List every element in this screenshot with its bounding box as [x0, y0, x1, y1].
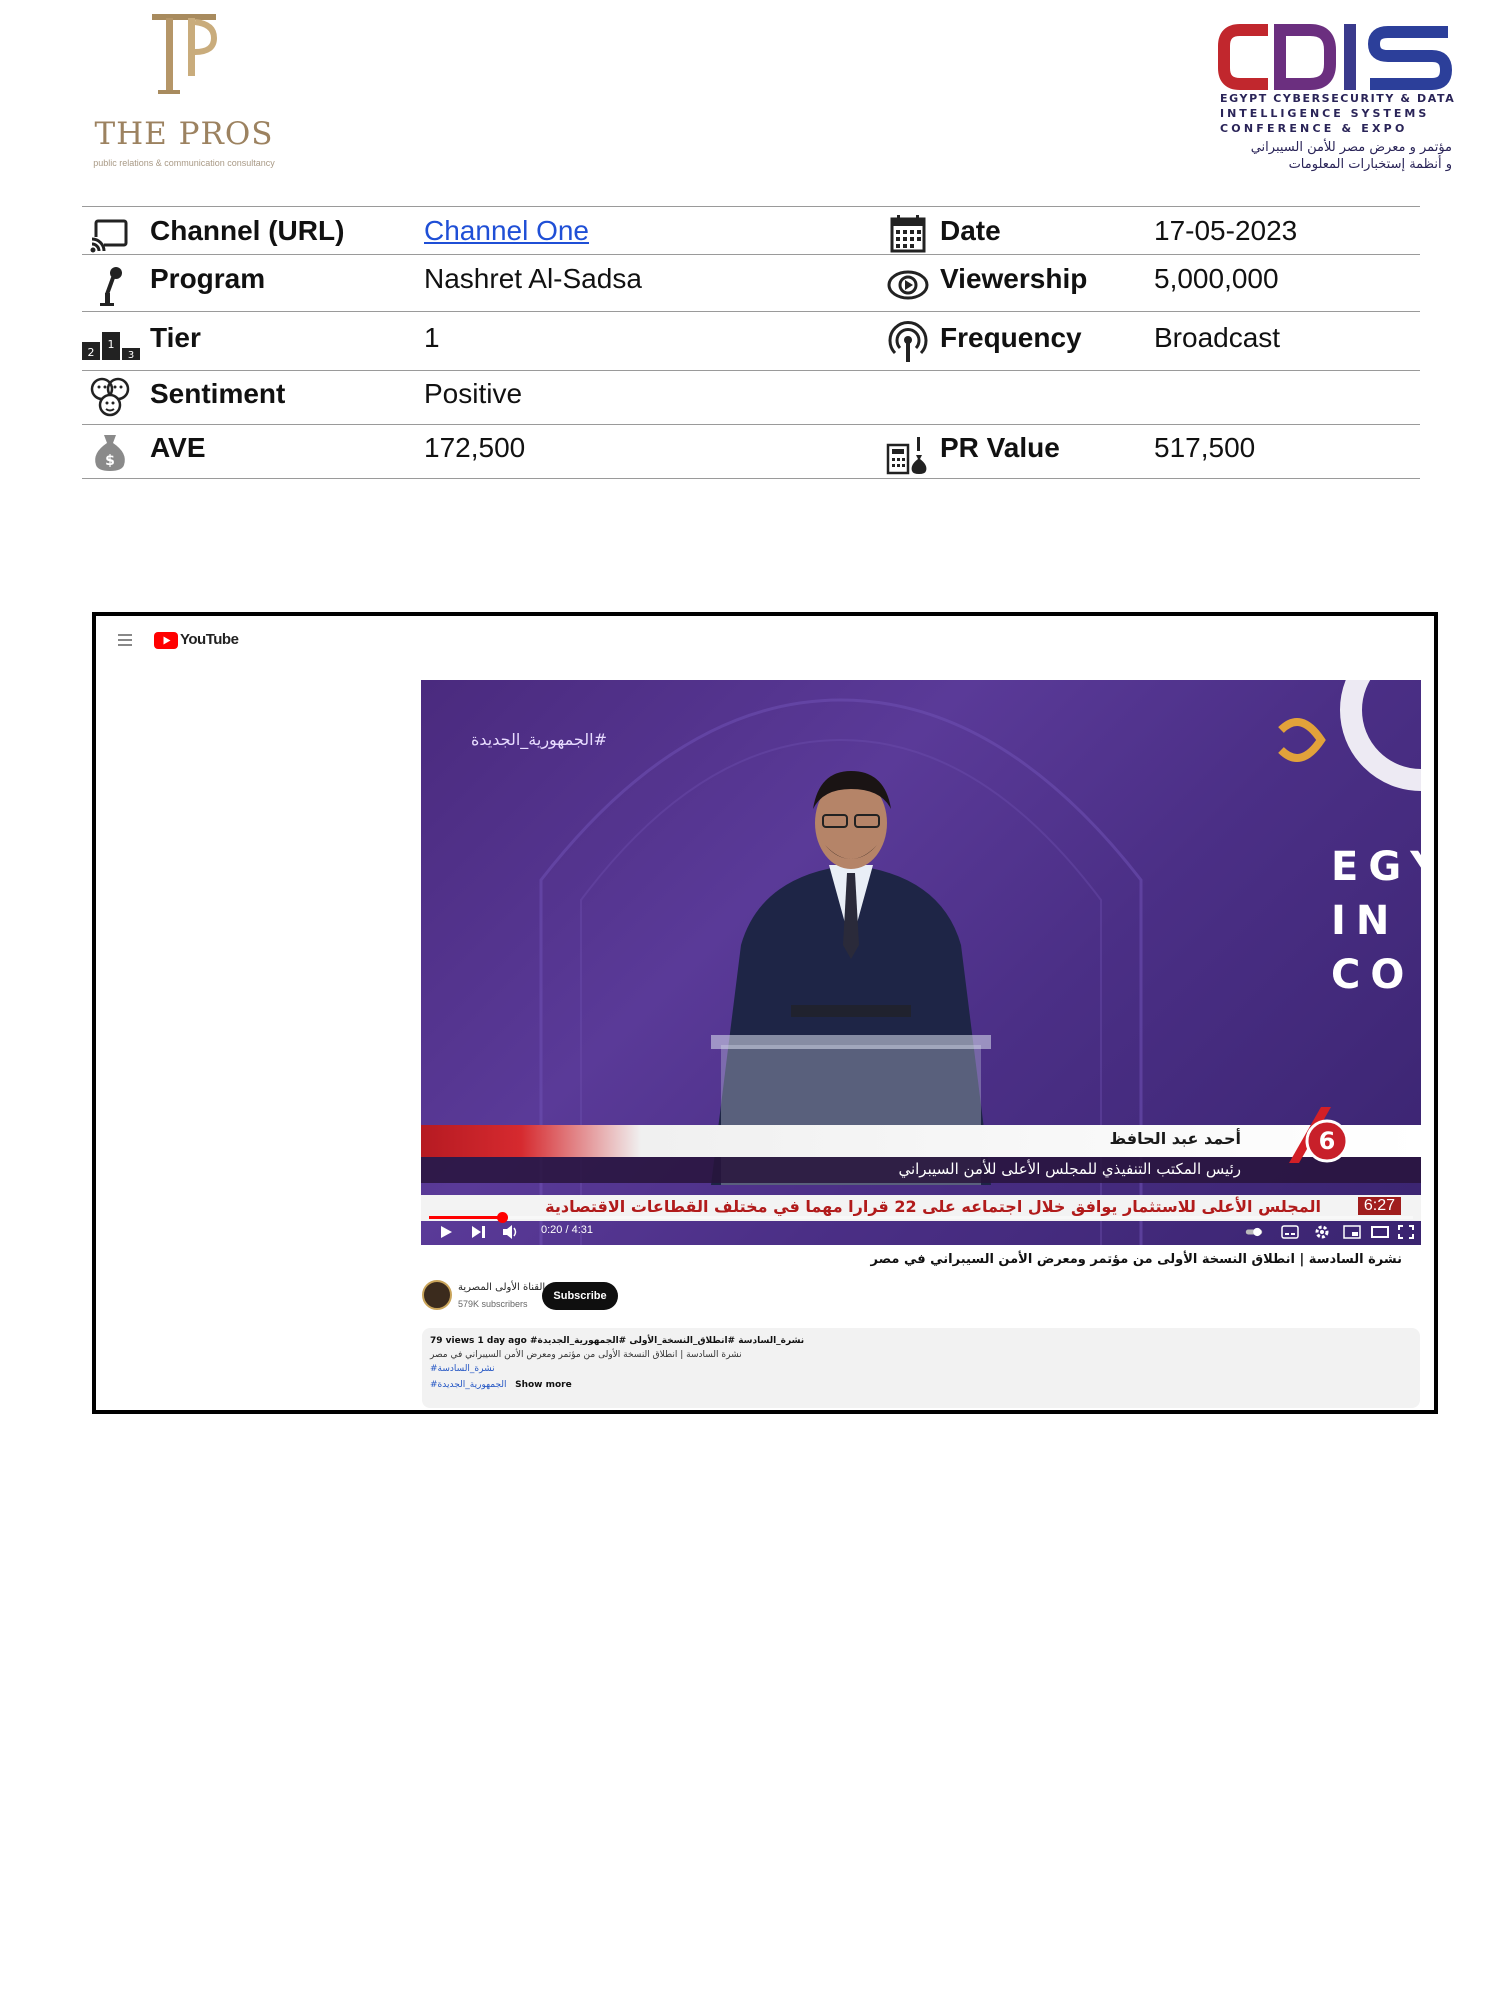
eye-icon	[887, 270, 929, 300]
subscriber-count: 579K subscribers	[458, 1299, 528, 1309]
hamburger-menu-icon[interactable]	[118, 634, 132, 646]
fullscreen-icon[interactable]	[1397, 1224, 1415, 1240]
next-icon[interactable]	[469, 1224, 487, 1240]
sentiment-value: Positive	[424, 378, 523, 409]
broadcast-icon	[888, 321, 928, 362]
pr-value: 517,500	[1154, 432, 1256, 463]
youtube-play-icon	[154, 632, 178, 649]
svg-text:2: 2	[88, 346, 95, 359]
youtube-wordmark: YouTube	[180, 631, 239, 648]
ave-value: 172,500	[424, 432, 526, 463]
tier-label: Tier	[150, 322, 201, 353]
frequency-label: Frequency	[940, 322, 1082, 353]
channel-six-logo-icon: 6	[1289, 1107, 1349, 1163]
table-row: $ AVE 172,500 PR Value 517,500	[82, 424, 1420, 479]
subtitles-icon[interactable]	[1281, 1224, 1299, 1240]
svg-text:1: 1	[108, 338, 115, 351]
conference-banner-text: EGY IN CO	[1331, 844, 1421, 998]
table-row: 2 1 3 Tier 1 Frequency Broadcast	[82, 311, 1420, 370]
speaker-title: رئيس المكتب التنفيذي للمجلس الأعلى للأمن…	[898, 1160, 1241, 1178]
player-controls: 0:20 / 4:31	[421, 1210, 1421, 1245]
money-bag-icon: $	[95, 435, 125, 471]
time-display: 0:20 / 4:31	[541, 1224, 593, 1236]
play-icon[interactable]	[437, 1224, 455, 1240]
cdis-arabic-line-1: مؤتمر و معرض مصر للأمن السيبراني	[1250, 140, 1452, 155]
program-label: Program	[150, 263, 266, 294]
channel-avatar[interactable]	[422, 1280, 452, 1310]
miniplayer-icon[interactable]	[1343, 1224, 1361, 1240]
podium-icon: 2 1 3	[82, 332, 140, 361]
frequency-value: Broadcast	[1154, 322, 1281, 353]
ave-label: AVE	[150, 432, 206, 463]
channel-link[interactable]: Channel One	[424, 215, 589, 247]
youtube-screenshot-frame: YouTube #الجمهورية_الجديدة EGY IN CO	[92, 612, 1438, 1414]
show-more-link[interactable]: Show more	[515, 1380, 572, 1390]
table-row: Channel (URL) Channel One Date 17-05-202…	[82, 206, 1420, 254]
cdis-wordmark	[1218, 24, 1453, 90]
calculator-money-icon	[886, 437, 927, 475]
settings-gear-icon[interactable]	[1313, 1224, 1331, 1240]
channel-label: Channel (URL)	[150, 215, 345, 246]
table-row: Sentiment Positive	[82, 370, 1420, 424]
the-pros-monogram-icon	[152, 14, 218, 94]
the-pros-tagline: public relations & communication consult…	[93, 158, 275, 168]
faces-icon	[90, 377, 130, 417]
sentiment-label: Sentiment	[150, 378, 286, 409]
speaker-at-podium	[711, 771, 991, 1185]
youtube-logo[interactable]: YouTube	[154, 630, 239, 652]
subscribe-button[interactable]: Subscribe	[542, 1282, 618, 1310]
table-row: Program Nashret Al-Sadsa Viewership 5,00…	[82, 254, 1420, 311]
description-line: نشرة السادسة | انطلاق النسخة الأولى من م…	[430, 1350, 742, 1360]
cdis-line-2: INTELLIGENCE SYSTEMS	[1220, 107, 1430, 120]
cdis-line-1: EGYPT CYBERSECURITY & DATA	[1220, 92, 1456, 105]
video-title[interactable]: نشرة السادسة | انطلاق النسخة الأولى من م…	[452, 1252, 1402, 1267]
video-description[interactable]: 79 views 1 day ago #نشرة_السادسة #انطلاق…	[422, 1328, 1420, 1408]
autoplay-toggle-icon[interactable]	[1245, 1224, 1263, 1240]
volume-icon[interactable]	[501, 1224, 519, 1240]
progress-bar[interactable]	[429, 1212, 1413, 1223]
calendar-icon	[890, 215, 926, 253]
theater-mode-icon[interactable]	[1371, 1224, 1389, 1240]
the-pros-wordmark: THE PROS	[94, 116, 274, 152]
cdis-logo: EGYPT CYBERSECURITY & DATA INTELLIGENCE …	[1210, 18, 1456, 183]
pr-value-label: PR Value	[940, 432, 1060, 463]
date-label: Date	[940, 215, 1001, 246]
progress-fill	[429, 1216, 502, 1219]
svg-text:3: 3	[128, 350, 134, 361]
progress-scrubber[interactable]	[496, 1212, 508, 1223]
cdis-arabic-line-2: و أنظمة إستخبارات المعلومات	[1288, 157, 1452, 172]
view-stats: 79 views 1 day ago #نشرة_السادسة #انطلاق…	[430, 1336, 805, 1346]
microphone-icon	[100, 267, 122, 306]
svg-text:6: 6	[1319, 1127, 1336, 1155]
speaker-name: أحمد عبد الحافظ	[1109, 1129, 1241, 1148]
description-hashtag[interactable]: #نشرة_السادسة	[430, 1364, 495, 1374]
media-info-table: Channel (URL) Channel One Date 17-05-202…	[82, 206, 1420, 479]
cast-icon	[90, 219, 128, 253]
channel-name[interactable]: القناة الأولى المصرية	[458, 1282, 545, 1293]
program-value: Nashret Al-Sadsa	[424, 263, 642, 294]
viewership-label: Viewership	[940, 263, 1088, 294]
description-hashtag[interactable]: #الجمهورية_الجديدة	[430, 1380, 507, 1390]
the-pros-logo: THE PROS public relations & communicatio…	[84, 8, 284, 178]
svg-text:$: $	[105, 453, 115, 469]
video-player[interactable]: #الجمهورية_الجديدة EGY IN CO أحمد عبد ال…	[421, 680, 1421, 1245]
viewership-value: 5,000,000	[1154, 263, 1279, 294]
date-value: 17-05-2023	[1154, 215, 1298, 246]
tier-value: 1	[424, 322, 440, 353]
lower-third: أحمد عبد الحافظ رئيس المكتب التنفيذي للم…	[421, 1107, 1421, 1195]
hashtag-overlay: #الجمهورية_الجديدة	[471, 730, 607, 749]
cdis-line-3: CONFERENCE & EXPO	[1220, 122, 1408, 135]
